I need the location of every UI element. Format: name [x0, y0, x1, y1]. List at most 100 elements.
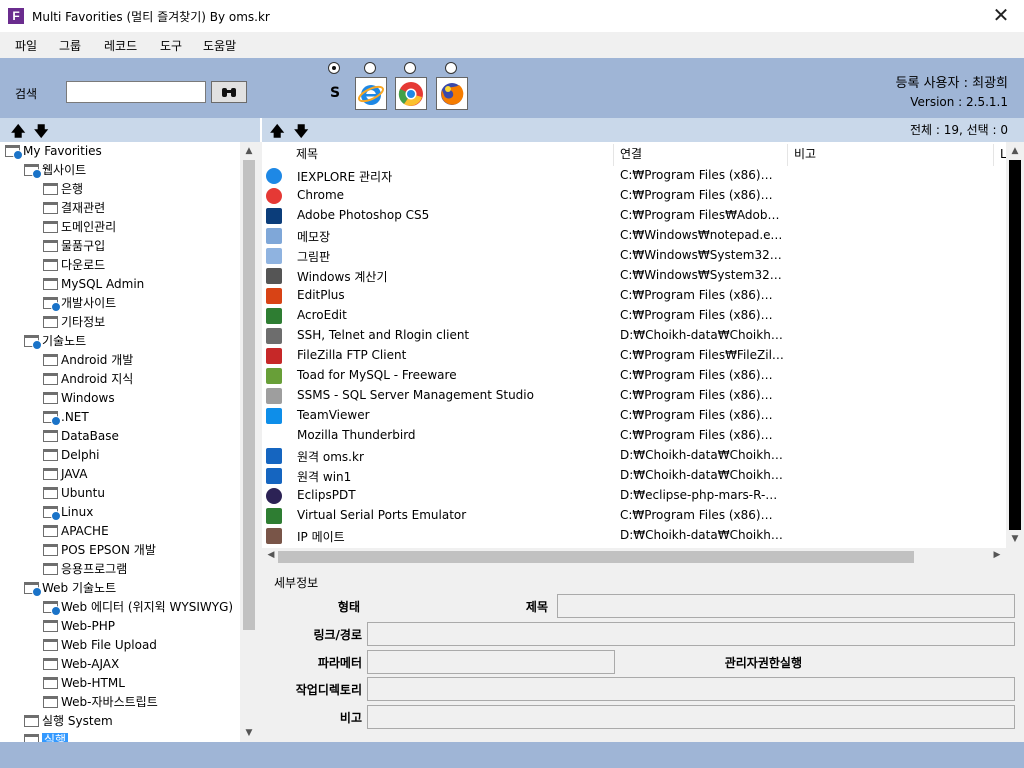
name-field[interactable] — [557, 594, 1015, 618]
table-row[interactable]: 그림판 C:₩Windows₩System32₩m... — [262, 246, 1006, 266]
tree-item[interactable]: MySQL Admin — [43, 276, 144, 295]
tree-item[interactable]: DataBase — [43, 428, 119, 447]
tree-item[interactable]: Web 에디터 (위지윅 WYSIWYG) — [43, 599, 233, 618]
firefox-button[interactable] — [436, 77, 468, 110]
tree-item[interactable]: Delphi — [43, 447, 100, 466]
tree-item[interactable]: Web-자바스트립트 — [43, 694, 158, 713]
row-path: C:₩Program Files (x86)₩Int... — [620, 168, 784, 182]
tree-item[interactable]: POS EPSON 개발 — [43, 542, 156, 561]
table-row[interactable]: FileZilla FTP Client C:₩Program Files₩Fil… — [262, 346, 1006, 366]
tree-item[interactable]: My Favorities — [5, 143, 102, 162]
tree-item[interactable]: Web File Upload — [43, 637, 157, 656]
table-row[interactable]: 메모장 C:₩Windows₩notepad.exe — [262, 226, 1006, 246]
tree-item[interactable]: 개발사이트 — [43, 295, 116, 314]
tree-item[interactable]: APACHE — [43, 523, 109, 542]
table-row[interactable]: Mozilla Thunderbird C:₩Program Files (x86… — [262, 426, 1006, 446]
tree-item[interactable]: 결재관련 — [43, 200, 105, 219]
tree-item[interactable]: 기타정보 — [43, 314, 105, 333]
radio-default[interactable] — [328, 62, 340, 74]
tree-item[interactable]: 은행 — [43, 181, 83, 200]
close-button[interactable]: ✕ — [978, 0, 1024, 31]
table-row[interactable]: Toad for MySQL - Freeware C:₩Program File… — [262, 366, 1006, 386]
tree-item-label: Windows — [61, 391, 115, 405]
tree-item[interactable]: Ubuntu — [43, 485, 105, 504]
tree-item[interactable]: Web 기술노트 — [24, 580, 116, 599]
tree-item[interactable]: JAVA — [43, 466, 87, 485]
radio-ie[interactable] — [364, 62, 376, 74]
tree-item[interactable]: 물품구입 — [43, 238, 105, 257]
ie-button[interactable] — [355, 77, 387, 110]
tree-item[interactable]: Web-HTML — [43, 675, 125, 694]
admin-run-label[interactable]: 관리자권한실행 — [692, 654, 802, 671]
menu-help[interactable]: 도움말 — [203, 37, 236, 54]
table-row[interactable]: EclipsPDT D:₩eclipse-php-mars-R-win... — [262, 486, 1006, 506]
tree-item-label: 기술노트 — [42, 334, 87, 348]
workdir-field[interactable] — [367, 677, 1015, 701]
tree-item[interactable]: 실행 System — [24, 713, 113, 732]
list-scroll-up-icon[interactable]: ▲ — [1006, 146, 1024, 156]
list-horizontal-thumb[interactable] — [278, 551, 914, 563]
tree-scroll-thumb[interactable] — [243, 160, 255, 630]
row-name: SSMS - SQL Server Management Studio — [297, 388, 534, 402]
search-input[interactable] — [66, 81, 206, 103]
tree-item[interactable]: 웹사이트 — [24, 162, 86, 181]
menu-group[interactable]: 그룹 — [59, 37, 81, 54]
param-field[interactable] — [367, 650, 615, 674]
list-vertical-thumb[interactable] — [1009, 160, 1021, 530]
radio-chrome[interactable] — [404, 62, 416, 74]
table-row[interactable]: IEXPLORE 관리자 C:₩Program Files (x86)₩Int..… — [262, 166, 1006, 186]
tree-scroll-up-icon[interactable]: ▲ — [240, 146, 258, 156]
menu-tools[interactable]: 도구 — [160, 37, 182, 54]
link-field[interactable] — [367, 622, 1015, 646]
table-row[interactable]: Chrome C:₩Program Files (x86)₩Go... — [262, 186, 1006, 206]
table-row[interactable]: Adobe Photoshop CS5 C:₩Program Files₩Adob… — [262, 206, 1006, 226]
tree-item[interactable]: .NET — [43, 409, 89, 428]
menu-file[interactable]: 파일 — [15, 37, 37, 54]
folder-icon — [43, 278, 58, 290]
tree-item[interactable]: Web-PHP — [43, 618, 115, 637]
folder-icon — [43, 487, 58, 499]
tree-item[interactable]: 다운로드 — [43, 257, 105, 276]
teamviewer-icon — [266, 408, 282, 424]
tree-item[interactable]: 도메인관리 — [43, 219, 116, 238]
table-row[interactable]: SSMS - SQL Server Management Studio C:₩Pr… — [262, 386, 1006, 406]
table-row[interactable]: Virtual Serial Ports Emulator C:₩Program … — [262, 506, 1006, 526]
tree-item[interactable]: 실행 — [24, 732, 69, 742]
tree-item[interactable]: Linux — [43, 504, 93, 523]
tree-item-label: Web 에디터 (위지윅 WYSIWYG) — [61, 600, 234, 614]
column-extra[interactable]: Lo — [994, 144, 1006, 166]
tree-item[interactable]: Web-AJAX — [43, 656, 119, 675]
note-field[interactable] — [367, 705, 1015, 729]
menu-record[interactable]: 레코드 — [104, 37, 137, 54]
favorites-list[interactable]: 제목 연결 비고 Lo IEXPLORE 관리자 C:₩Program Files… — [262, 142, 1006, 548]
column-note[interactable]: 비고 — [788, 144, 994, 166]
table-row[interactable]: AcroEdit C:₩Program Files (x86)₩Acr... — [262, 306, 1006, 326]
tree-scroll-down-icon[interactable]: ▼ — [240, 728, 258, 738]
tree-item[interactable]: Android 개발 — [43, 352, 133, 371]
search-button[interactable] — [211, 81, 247, 103]
group-tree[interactable]: My Favorities 웹사이트 은행 결재관련 도메인관리 물품구입 다운로드 MySQ… — [0, 142, 258, 742]
chrome-button[interactable] — [395, 77, 427, 110]
table-row[interactable]: Windows 계산기 C:₩Windows₩System32₩c... — [262, 266, 1006, 286]
row-name: 원격 oms.kr — [297, 450, 364, 464]
tree-item[interactable]: 기술노트 — [24, 333, 86, 352]
name-label: 제목 — [525, 600, 548, 614]
column-name[interactable]: 제목 — [290, 144, 614, 166]
notepad-icon — [266, 228, 282, 244]
table-row[interactable]: SSH, Telnet and Rlogin client D:₩Choikh-d… — [262, 326, 1006, 346]
tree-item[interactable]: Android 지식 — [43, 371, 133, 390]
table-row[interactable]: EditPlus C:₩Program Files (x86)₩Edi... — [262, 286, 1006, 306]
table-row[interactable]: 원격 win1 D:₩Choikh-data₩Choikh-sy... — [262, 466, 1006, 486]
table-row[interactable]: 원격 oms.kr D:₩Choikh-data₩Choikh-sy... — [262, 446, 1006, 466]
ipmate-icon — [266, 528, 282, 544]
table-row[interactable]: IP 메이트 D:₩Choikh-data₩Choikh-sy... — [262, 526, 1006, 546]
row-path: C:₩Windows₩System32₩c... — [620, 268, 784, 282]
column-path[interactable]: 연결 — [614, 144, 788, 166]
tree-item[interactable]: Windows — [43, 390, 115, 409]
table-row[interactable]: TeamViewer C:₩Program Files (x86)₩Te... — [262, 406, 1006, 426]
list-scroll-down-icon[interactable]: ▼ — [1006, 534, 1024, 544]
tree-item[interactable]: 응용프로그램 — [43, 561, 127, 580]
row-name: Mozilla Thunderbird — [297, 428, 416, 442]
radio-firefox[interactable] — [445, 62, 457, 74]
list-scroll-right-icon[interactable]: ▶ — [988, 550, 1006, 560]
